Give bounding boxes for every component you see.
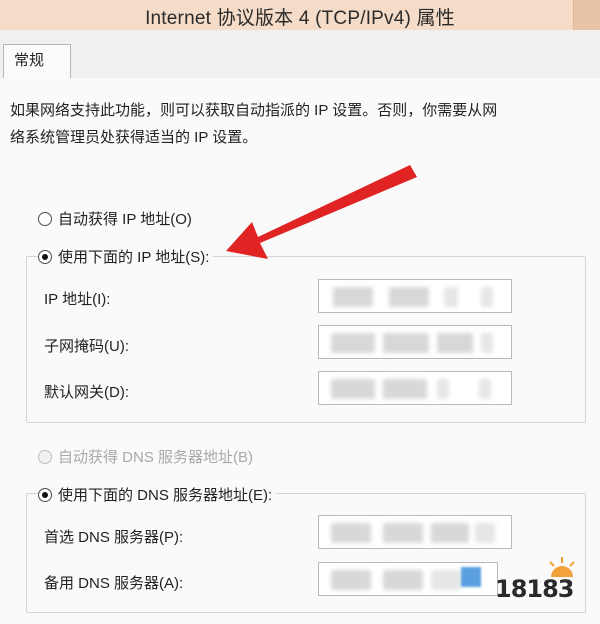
annotation-arrow bbox=[226, 165, 417, 259]
arrow-shape bbox=[226, 165, 417, 259]
site-watermark: 18183 bbox=[495, 557, 595, 615]
watermark-text: 18183 bbox=[495, 575, 574, 603]
